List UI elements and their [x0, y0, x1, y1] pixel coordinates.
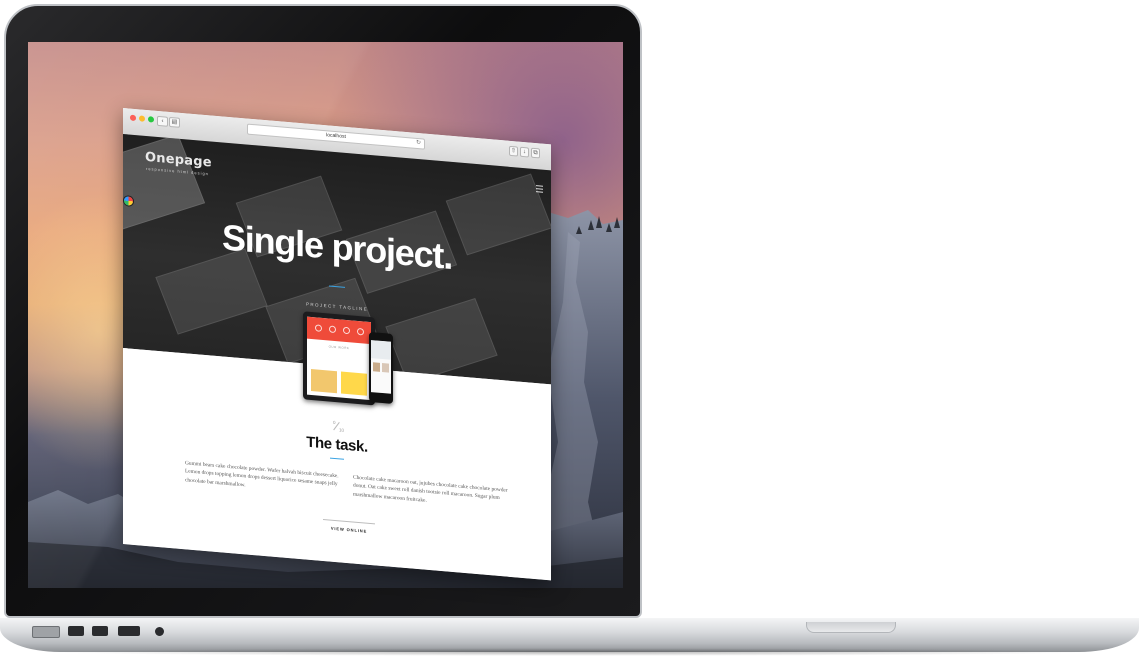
back-button[interactable]: ‹	[157, 115, 168, 127]
button-rule	[323, 519, 375, 525]
hamburger-icon[interactable]	[536, 185, 543, 195]
browser-window: ‹ ▤ localhost ↻ ⇧ ↓ ⧉ Onepage responsive…	[123, 108, 551, 581]
download-icon[interactable]: ↓	[520, 146, 529, 158]
tablet-mockup: OUR WORK	[303, 311, 375, 406]
address-text: localhost	[326, 132, 346, 140]
counter-total: 10	[339, 427, 345, 433]
tablet-heading: OUR WORK	[328, 344, 350, 351]
magsafe-port-icon	[32, 626, 60, 638]
minimize-button[interactable]	[139, 115, 145, 122]
extension-icon[interactable]	[124, 196, 133, 206]
counter-current: 0	[333, 419, 336, 426]
reload-icon[interactable]: ↻	[416, 139, 421, 148]
lid-opening-notch	[806, 622, 896, 633]
thunderbolt-port-icon	[92, 626, 108, 636]
task-paragraph-left: Gummi bears cake chocolate powder. Wafer…	[185, 460, 339, 489]
project-counter: 0 10	[333, 419, 344, 433]
phone-mockup	[369, 331, 393, 404]
usb-port-icon	[118, 626, 140, 636]
close-button[interactable]	[130, 114, 136, 122]
sidebar-toggle-icon[interactable]: ▤	[169, 116, 180, 128]
laptop-base	[0, 618, 1139, 652]
task-paragraph-right: Chocolate cake macaroon oat, jujubes cho…	[353, 474, 508, 504]
tabs-icon[interactable]: ⧉	[531, 147, 540, 159]
view-online-button[interactable]: VIEW ONLINE	[323, 525, 375, 534]
thunderbolt-port-icon	[68, 626, 84, 636]
task-divider	[330, 457, 344, 460]
zoom-button[interactable]	[148, 116, 154, 123]
headphone-port-icon	[155, 627, 164, 636]
share-icon[interactable]: ⇧	[509, 145, 518, 157]
